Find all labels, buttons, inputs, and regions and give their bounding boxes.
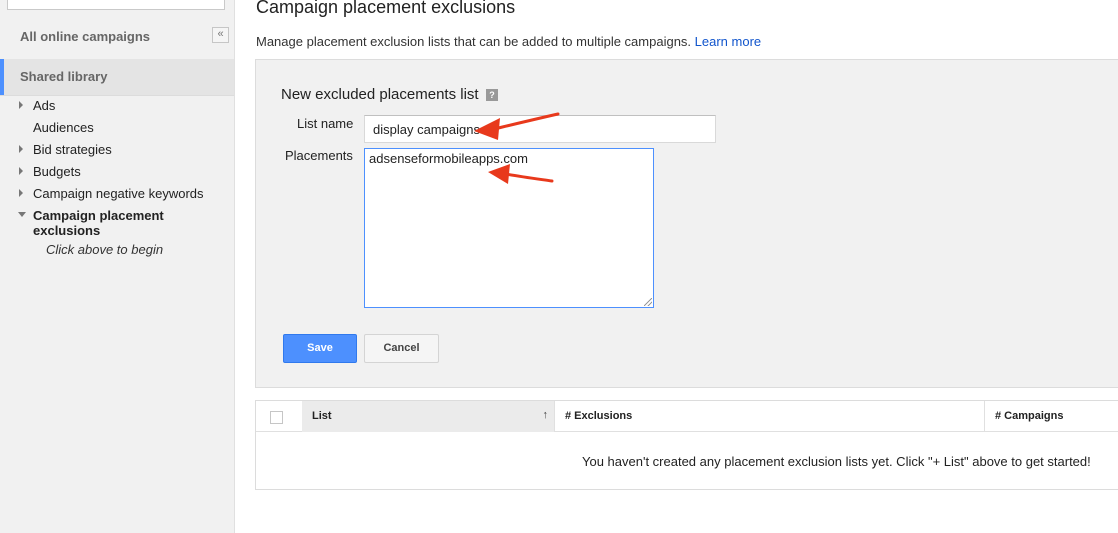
divider (0, 95, 234, 96)
column-header-list[interactable]: List ↑ (302, 401, 554, 432)
select-all-checkbox[interactable] (270, 411, 283, 424)
collapse-sidebar-icon[interactable]: « (212, 27, 229, 43)
search-input[interactable] (7, 0, 225, 10)
save-button[interactable]: Save (283, 334, 357, 363)
resize-grip-icon[interactable] (644, 298, 652, 306)
sidebar-item-ads[interactable]: Ads (33, 98, 55, 113)
table-header: List ↑ # Exclusions # Campaigns (256, 401, 1118, 432)
nav-shared-library-label: Shared library (20, 69, 108, 84)
form-title: New excluded placements list (281, 86, 479, 103)
column-header-campaigns[interactable]: # Campaigns (984, 401, 1118, 432)
sidebar-hint: Click above to begin (46, 242, 164, 257)
sidebar-item-campaign-negative-keywords[interactable]: Campaign negative keywords (33, 186, 204, 201)
expand-arrow-icon[interactable] (19, 145, 23, 153)
column-header-exclusions[interactable]: # Exclusions (554, 401, 984, 432)
annotation-arrow-icon (474, 112, 560, 140)
placements-label: Placements (285, 148, 353, 163)
sidebar-item-budgets[interactable]: Budgets (33, 164, 81, 179)
collapse-arrow-icon[interactable] (18, 212, 26, 217)
annotation-arrow-icon (488, 164, 554, 184)
help-icon[interactable]: ? (486, 89, 498, 101)
nav-all-online-campaigns[interactable]: All online campaigns (20, 29, 150, 44)
page-title: Campaign placement exclusions (256, 0, 516, 17)
sidebar: All online campaigns « Shared library Ad… (0, 0, 235, 533)
exclusion-lists-table: List ↑ # Exclusions # Campaigns You have… (255, 400, 1118, 490)
expand-arrow-icon[interactable] (19, 167, 23, 175)
sort-ascending-icon: ↑ (542, 409, 549, 421)
column-list-label: List (312, 410, 332, 422)
description-text: Manage placement exclusion lists that ca… (256, 34, 692, 49)
new-list-form: New excluded placements list ? List name… (255, 59, 1118, 388)
cancel-button[interactable]: Cancel (364, 334, 439, 363)
nav-shared-library[interactable]: Shared library (0, 59, 234, 95)
list-name-label: List name (297, 116, 354, 131)
empty-table-message: You haven't created any placement exclus… (582, 454, 1091, 469)
learn-more-link[interactable]: Learn more (695, 34, 761, 49)
page-description: Manage placement exclusion lists that ca… (256, 34, 761, 49)
sidebar-item-bid-strategies[interactable]: Bid strategies (33, 142, 112, 157)
sidebar-item-campaign-placement-exclusions[interactable]: Campaign placement exclusions (33, 208, 183, 238)
expand-arrow-icon[interactable] (19, 101, 23, 109)
sidebar-item-audiences[interactable]: Audiences (33, 120, 94, 135)
expand-arrow-icon[interactable] (19, 189, 23, 197)
header-checkbox-cell (256, 401, 302, 432)
